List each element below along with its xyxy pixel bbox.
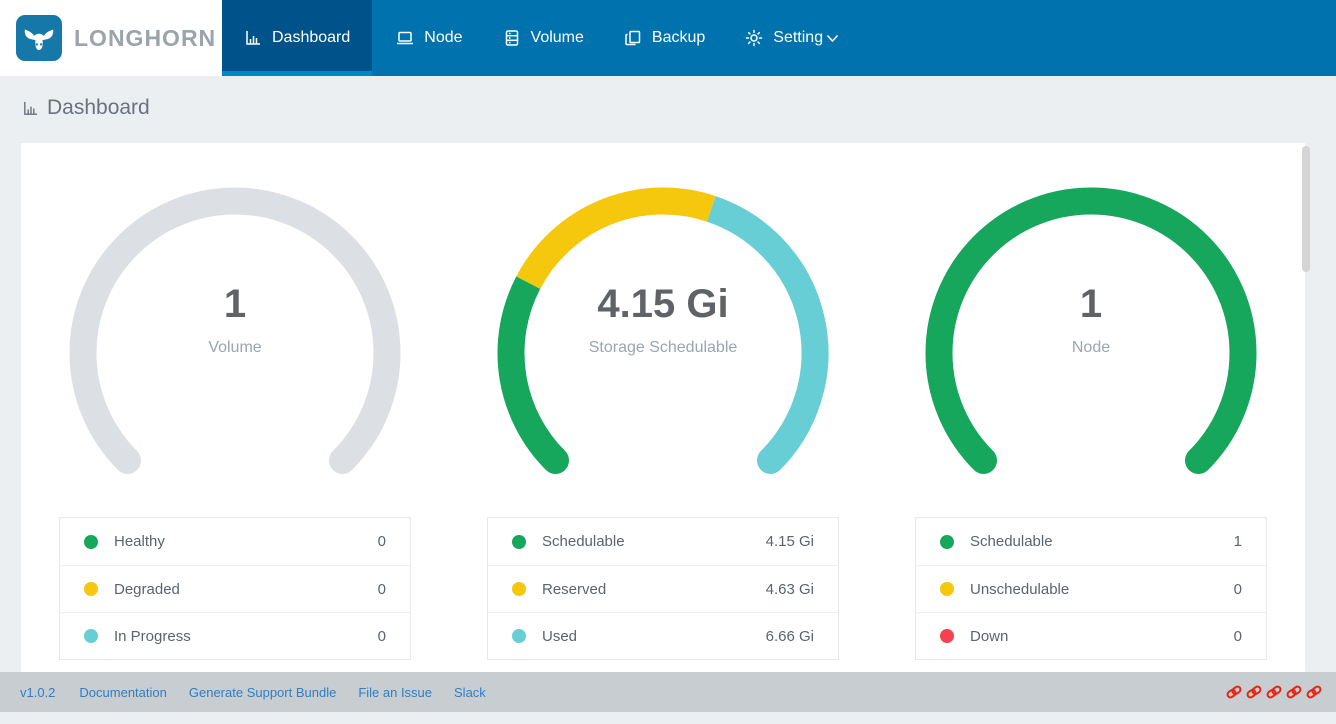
gauge-column-volume: 1 Volume Healthy 0 Degraded 0 In Progres… [59,183,411,660]
legend-label: In Progress [114,628,378,645]
gear-icon [745,29,763,47]
broken-link-icons [1226,685,1322,699]
gauges-row: 1 Volume Healthy 0 Degraded 0 In Progres… [21,143,1305,660]
copy-icon [624,29,642,47]
page-title-text: Dashboard [47,96,150,120]
legend-value: 0 [1234,581,1242,598]
broken-link-icon[interactable] [1246,685,1262,699]
legend-value: 0 [378,628,386,645]
legend-row: Schedulable 1 [916,518,1266,565]
broken-link-icon[interactable] [1286,685,1302,699]
footer-link-slack[interactable]: Slack [454,685,486,700]
bar-chart-icon [244,29,262,47]
database-icon [503,29,521,47]
legend-label: Schedulable [970,533,1234,550]
legend-color-dot [940,535,954,549]
gauge-chart: 1 Volume [65,183,405,483]
legend-color-dot [84,535,98,549]
footer-link-generate-support-bundle[interactable]: Generate Support Bundle [189,685,336,700]
legend-color-dot [512,582,526,596]
logo-text: LONGHORN [74,25,216,52]
legend-value: 0 [1234,628,1242,645]
legend-label: Schedulable [542,533,766,550]
logo: LONGHORN [0,0,222,76]
nav-item-label: Volume [531,29,584,47]
broken-link-icon[interactable] [1226,685,1242,699]
broken-link-icon[interactable] [1266,685,1282,699]
nav-item-dashboard[interactable]: Dashboard [222,0,372,76]
gauge-column-node: 1 Node Schedulable 1 Unschedulable 0 Dow… [915,183,1267,660]
gauge-chart: 1 Node [921,183,1261,483]
dashboard-card: 1 Volume Healthy 0 Degraded 0 In Progres… [21,143,1305,672]
legend-row: Degraded 0 [60,565,410,612]
legend-color-dot [84,629,98,643]
footer: v1.0.2 Documentation Generate Support Bu… [0,672,1336,712]
gauge-arc-cap [757,447,784,474]
gauge-arc-segment [528,201,711,283]
legend-color-dot [512,535,526,549]
legend-row: Used 6.66 Gi [488,612,838,659]
legend-row: In Progress 0 [60,612,410,659]
nav-item-label: Backup [652,29,705,47]
legend-color-dot [940,582,954,596]
bar-chart-icon [22,100,39,117]
legend-color-dot [512,629,526,643]
legend-value: 6.66 Gi [766,628,814,645]
legend-value: 4.15 Gi [766,533,814,550]
footer-link-file-an-issue[interactable]: File an Issue [358,685,432,700]
nav-item-volume[interactable]: Volume [487,0,600,76]
footer-link-documentation[interactable]: Documentation [79,685,166,700]
page-title: Dashboard [22,96,150,120]
legend-label: Degraded [114,581,378,598]
legend-row: Schedulable 4.15 Gi [488,518,838,565]
legend-row: Healthy 0 [60,518,410,565]
gauge-arc-segment [511,283,556,461]
legend-color-dot [84,582,98,596]
nav-item-label: Setting [773,29,823,47]
legend-value: 0 [378,533,386,550]
gauge-arc-segment [939,201,1243,460]
nav-item-backup[interactable]: Backup [608,0,721,76]
legend-value: 4.63 Gi [766,581,814,598]
legend-label: Down [970,628,1234,645]
legend-row: Down 0 [916,612,1266,659]
gauge-column-storage-schedulable: 4.15 Gi Storage Schedulable Schedulable … [487,183,839,660]
nav-item-label: Node [424,29,462,47]
gauge-chart: 4.15 Gi Storage Schedulable [493,183,833,483]
main-nav: Dashboard Node Volume [222,0,855,76]
legend-label: Reserved [542,581,766,598]
version-label: v1.0.2 [20,685,55,700]
legend-color-dot [940,629,954,643]
legend-box: Schedulable 4.15 Gi Reserved 4.63 Gi Use… [487,517,839,660]
legend-row: Reserved 4.63 Gi [488,565,838,612]
laptop-icon [396,29,414,47]
chevron-down-icon [826,34,839,43]
legend-label: Used [542,628,766,645]
top-navbar: LONGHORN Dashboard Node [0,0,1336,76]
gauge-ring [83,201,387,460]
legend-value: 1 [1234,533,1242,550]
legend-row: Unschedulable 0 [916,565,1266,612]
legend-box: Healthy 0 Degraded 0 In Progress 0 [59,517,411,660]
legend-value: 0 [378,581,386,598]
broken-link-icon[interactable] [1306,685,1322,699]
gauge-arc-segment [711,209,815,461]
nav-item-setting[interactable]: Setting [729,0,855,76]
nav-item-label: Dashboard [272,29,350,47]
gauge-arc-cap [542,447,569,474]
longhorn-logo-icon [16,15,62,61]
scrollbar-thumb[interactable] [1302,146,1310,272]
nav-item-node[interactable]: Node [380,0,478,76]
legend-label: Unschedulable [970,581,1234,598]
legend-box: Schedulable 1 Unschedulable 0 Down 0 [915,517,1267,660]
legend-label: Healthy [114,533,378,550]
